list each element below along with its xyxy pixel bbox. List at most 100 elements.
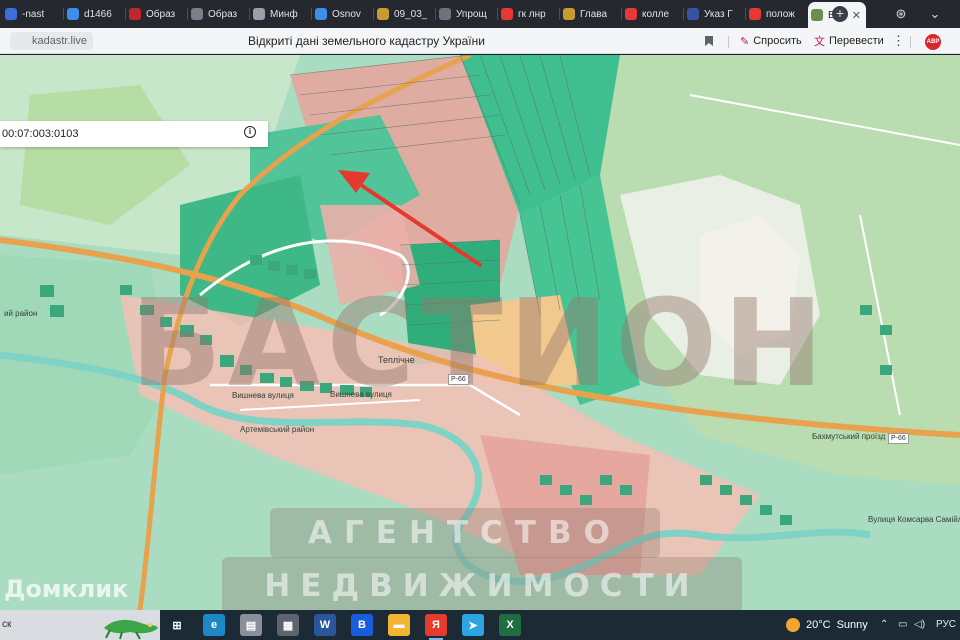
close-icon[interactable]: ✕ bbox=[852, 9, 861, 22]
bookmark-icon[interactable] bbox=[704, 35, 714, 47]
at-icon bbox=[191, 8, 203, 20]
address-bar: kadastr.live Відкриті дані земельного ка… bbox=[0, 28, 960, 54]
tab-label: Указ Г bbox=[704, 8, 733, 20]
tab-label: Osnov bbox=[332, 8, 361, 20]
edge-icon[interactable]: e bbox=[203, 614, 225, 636]
tab-6[interactable]: Osnov bbox=[312, 3, 372, 25]
tab-separator bbox=[745, 8, 746, 20]
tab-separator bbox=[249, 8, 250, 20]
map-canvas[interactable]: БАСТИОН 00:07:003:0103 i Теплічне Бахмут… bbox=[0, 55, 960, 610]
tab-separator bbox=[311, 8, 312, 20]
district-label: Артемівський район bbox=[240, 425, 315, 434]
tab-label: Минф bbox=[270, 8, 298, 20]
network-icon[interactable]: ▭ bbox=[898, 619, 907, 630]
page-icon bbox=[439, 8, 451, 20]
flag-icon bbox=[687, 8, 699, 20]
ask-icon: ✎ bbox=[740, 35, 750, 48]
tab-8[interactable]: Упрощ bbox=[436, 3, 496, 25]
volume-icon[interactable]: ◁) bbox=[914, 619, 925, 630]
tab-label: Упрощ bbox=[456, 8, 487, 20]
tab-11[interactable]: колле bbox=[622, 3, 682, 25]
doc-icon bbox=[67, 8, 79, 20]
info-icon[interactable]: i bbox=[244, 126, 256, 138]
chevron-down-icon[interactable]: ⌄ bbox=[926, 5, 944, 23]
cadastral-search-input[interactable]: 00:07:003:0103 bbox=[0, 121, 268, 147]
street-label: Вишнева вулиця bbox=[330, 390, 392, 399]
emblem-icon bbox=[377, 8, 389, 20]
tab-label: -nast bbox=[22, 8, 45, 20]
image-icon bbox=[129, 8, 141, 20]
tab-label: полож bbox=[766, 8, 795, 20]
tab-2[interactable]: d1466 bbox=[64, 3, 124, 25]
ask-label: Спросить bbox=[753, 35, 802, 47]
translate-button[interactable]: 文 Перевести bbox=[814, 33, 884, 49]
tab-5[interactable]: Минф bbox=[250, 3, 310, 25]
tab-3[interactable]: Образ bbox=[126, 3, 186, 25]
calculator-icon[interactable]: ▦ bbox=[277, 614, 299, 636]
route-shield: Р-66 bbox=[888, 433, 909, 444]
doc-icon bbox=[315, 8, 327, 20]
explorer-icon[interactable]: ▬ bbox=[388, 614, 410, 636]
street-label: Бахмутський проїзд bbox=[812, 432, 886, 441]
tab-1[interactable]: -nast bbox=[2, 3, 62, 25]
yandex-icon[interactable]: Я bbox=[425, 614, 447, 640]
weather-condition: Sunny bbox=[836, 619, 868, 631]
tab-9[interactable]: гк лнр bbox=[498, 3, 558, 25]
tab-13[interactable]: полож bbox=[746, 3, 806, 25]
tab-separator bbox=[497, 8, 498, 20]
tab-label: 09_03_ bbox=[394, 8, 428, 20]
ask-button[interactable]: ✎ Спросить bbox=[740, 33, 802, 49]
yandex-icon bbox=[625, 8, 637, 20]
tab-label: колле bbox=[642, 8, 670, 20]
tab-separator bbox=[435, 8, 436, 20]
tab-label: гк лнр bbox=[518, 8, 546, 20]
profile-icon[interactable]: ⊛ bbox=[892, 5, 910, 23]
task-view-icon[interactable]: ⊞ bbox=[166, 614, 188, 636]
language-indicator[interactable]: РУС bbox=[936, 619, 956, 630]
excel-icon[interactable]: X bbox=[499, 614, 521, 636]
page-title: Відкриті дані земельного кадастру Україн… bbox=[248, 34, 485, 48]
bitwarden-icon[interactable]: B bbox=[351, 614, 373, 636]
tab-strip: -nast d1466 Образ Образ Минф Osnov 09_03_ Упрощ… bbox=[0, 0, 960, 28]
tab-label: Образ bbox=[146, 8, 176, 20]
telegram-icon[interactable]: ➤ bbox=[462, 614, 484, 636]
search-decoration-icon bbox=[104, 619, 158, 640]
route-shield: Р-66 bbox=[448, 374, 469, 385]
translate-label: Перевести bbox=[829, 35, 884, 47]
tab-separator bbox=[683, 8, 684, 20]
tab-separator bbox=[63, 8, 64, 20]
tab-4[interactable]: Образ bbox=[188, 3, 248, 25]
weather-temp: 20°C bbox=[806, 619, 831, 631]
tab-12[interactable]: Указ Г bbox=[684, 3, 744, 25]
more-menu-icon[interactable]: ⋮ bbox=[892, 33, 905, 49]
new-tab-button[interactable]: + bbox=[832, 6, 848, 22]
emblem-icon bbox=[563, 8, 575, 20]
sun-icon bbox=[786, 618, 800, 632]
tab-label: d1466 bbox=[84, 8, 112, 20]
word-icon[interactable]: W bbox=[314, 614, 336, 636]
weather-widget[interactable]: 20°C Sunny bbox=[786, 610, 868, 640]
street-label: Вулиця Комсарва Самійл bbox=[868, 515, 960, 524]
chevron-up-icon[interactable]: ⌃ bbox=[880, 619, 888, 630]
tab-label: Образ bbox=[208, 8, 238, 20]
tab-separator bbox=[125, 8, 126, 20]
tab-7[interactable]: 09_03_ bbox=[374, 3, 434, 25]
taskbar: ск ⊞ e ▤ ▦ W B ▬ Я ➤ X 20°C Sunny ⌃ ▭ ◁) РУС bbox=[0, 610, 960, 640]
files-icon[interactable]: ▤ bbox=[240, 614, 262, 636]
village-label: Теплічне bbox=[378, 355, 415, 365]
url-field[interactable]: kadastr.live bbox=[10, 32, 94, 50]
adblock-icon[interactable]: ABP bbox=[925, 34, 941, 50]
tab-separator bbox=[621, 8, 622, 20]
watermark-source: Домклик bbox=[4, 575, 129, 603]
tab-separator bbox=[373, 8, 374, 20]
divider bbox=[728, 36, 729, 48]
watermark-line2: НЕДВИЖИМОСТИ bbox=[222, 557, 742, 610]
divider bbox=[910, 36, 911, 48]
yandex-icon bbox=[501, 8, 513, 20]
v-icon bbox=[253, 8, 265, 20]
street-label: Вишнева вулиця bbox=[232, 391, 294, 400]
tab-separator bbox=[559, 8, 560, 20]
translate-icon: 文 bbox=[814, 36, 825, 48]
tab-10[interactable]: Глава bbox=[560, 3, 620, 25]
yandex-icon bbox=[749, 8, 761, 20]
